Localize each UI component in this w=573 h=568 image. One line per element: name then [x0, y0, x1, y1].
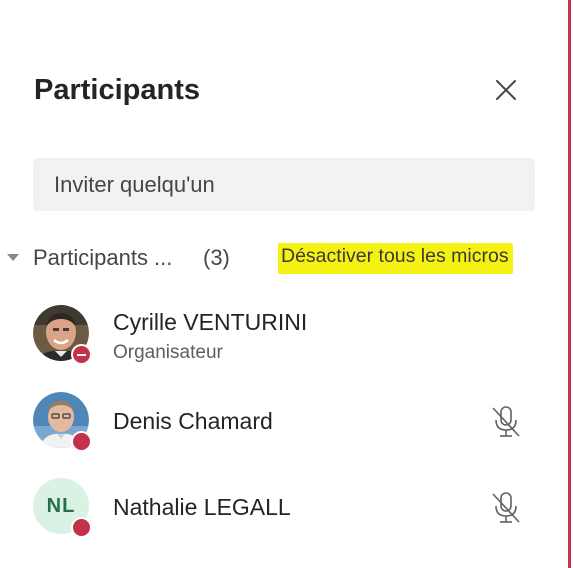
- participant-name: Nathalie LEGALL: [113, 494, 291, 520]
- avatar: [33, 305, 92, 365]
- participant-count: (3): [203, 245, 230, 270]
- invite-placeholder: Inviter quelqu'un: [54, 171, 215, 197]
- mic-muted-button[interactable]: [490, 405, 522, 439]
- window-edge-border: [568, 0, 573, 568]
- section-label[interactable]: Participants ...: [33, 245, 172, 271]
- presence-dnd-icon: [71, 344, 92, 365]
- mute-all-button[interactable]: Désactiver tous les micros: [278, 243, 513, 274]
- close-button[interactable]: [490, 74, 522, 106]
- participants-section-header: Participants ... (3) Désactiver tous les…: [0, 238, 560, 278]
- presence-busy-icon: [71, 431, 92, 452]
- presence-busy-icon: [71, 517, 92, 538]
- participant-row[interactable]: Cyrille VENTURINI Organisateur: [0, 300, 560, 370]
- participant-role: Organisateur: [113, 342, 223, 363]
- close-icon: [496, 80, 516, 100]
- collapse-caret-icon[interactable]: [7, 254, 19, 261]
- participant-name: Denis Chamard: [113, 408, 273, 434]
- invite-input[interactable]: Inviter quelqu'un: [33, 158, 535, 211]
- avatar: [33, 392, 92, 452]
- avatar: NL: [33, 478, 92, 538]
- muted-mic-icon: [492, 406, 520, 437]
- participant-row[interactable]: Denis Chamard: [0, 387, 560, 457]
- mic-muted-button[interactable]: [490, 491, 522, 525]
- participant-row[interactable]: NL Nathalie LEGALL: [0, 473, 560, 543]
- panel-title: Participants: [34, 74, 200, 106]
- participant-name: Cyrille VENTURINI: [113, 309, 308, 335]
- muted-mic-icon: [492, 492, 520, 523]
